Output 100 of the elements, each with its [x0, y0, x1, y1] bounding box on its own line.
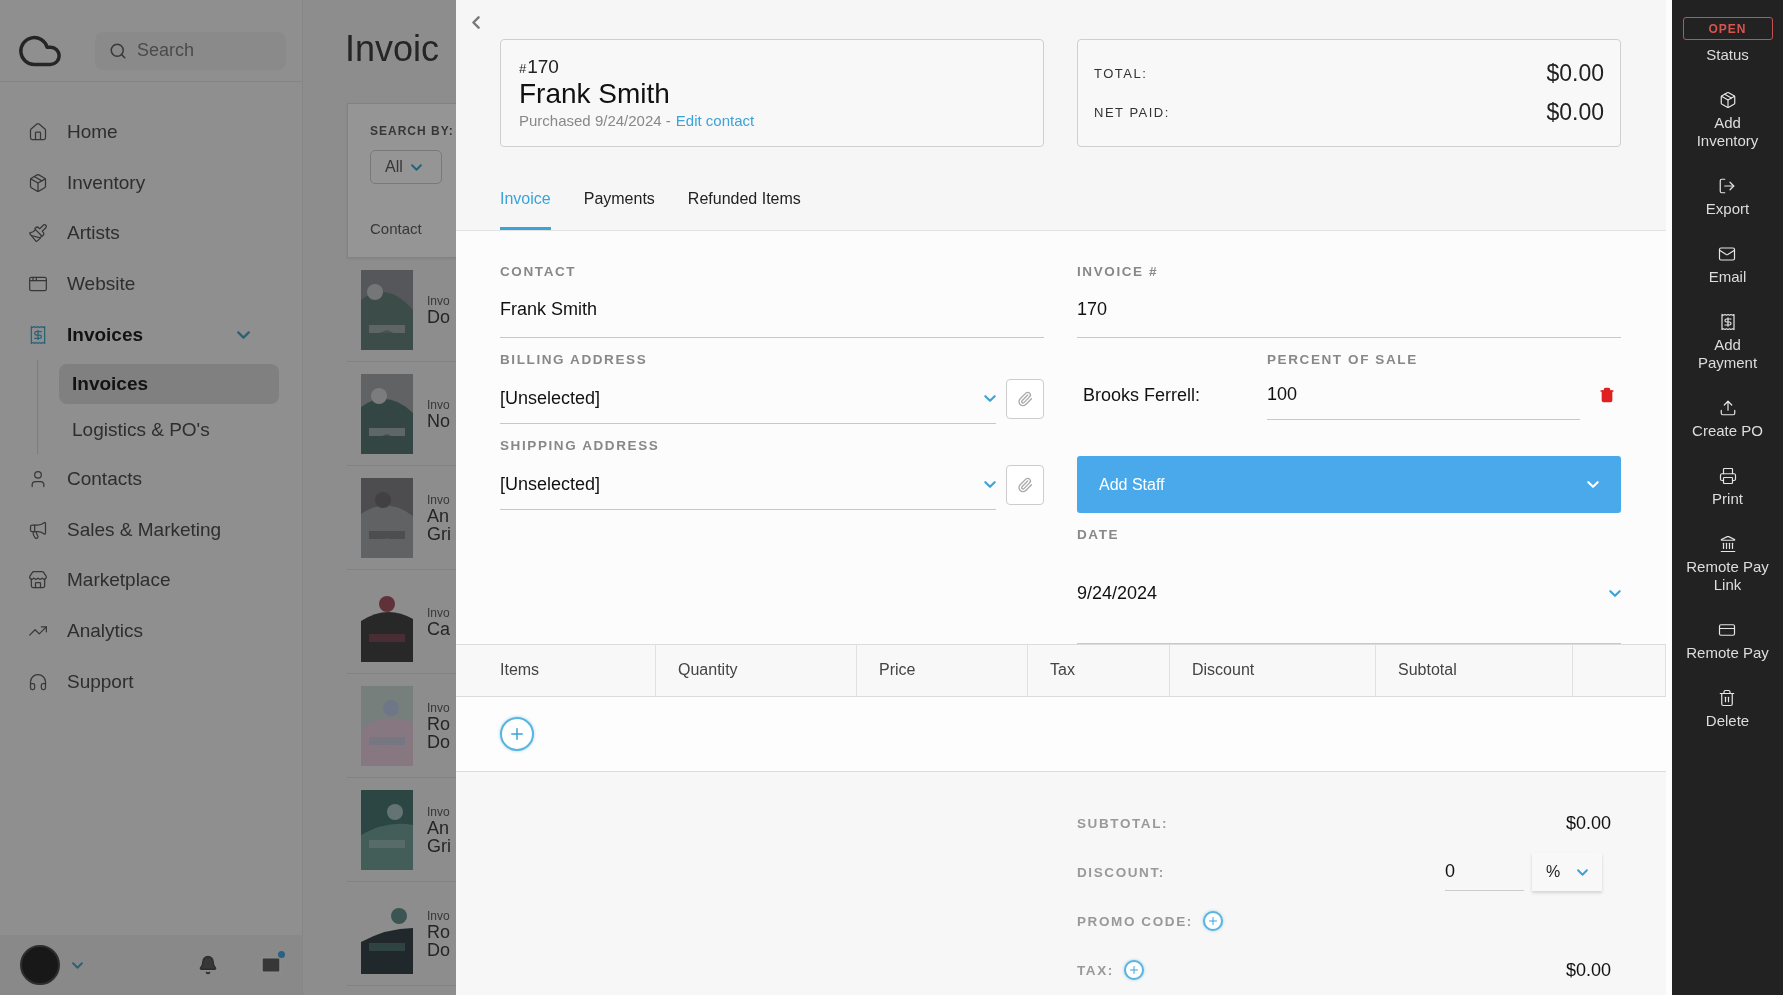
summary-label: DISCOUNT: — [1077, 865, 1165, 880]
filter-label: SEARCH BY: — [370, 124, 455, 138]
home-icon — [28, 122, 48, 143]
attach-button[interactable] — [1006, 379, 1044, 419]
staff-name: Brooks Ferrell: — [1082, 384, 1202, 406]
total-value: $0.00 — [1546, 60, 1604, 87]
column-header: Items — [456, 644, 656, 696]
receipt-icon — [28, 324, 48, 345]
box-icon — [28, 172, 48, 193]
summary-label: SUBTOTAL: — [1077, 816, 1169, 831]
nav-subitem[interactable]: Invoices — [59, 363, 279, 404]
discount-field[interactable]: 0 — [1445, 853, 1524, 892]
contact-field[interactable]: Frank Smith — [500, 282, 1044, 338]
date-select[interactable]: 9/24/2024 — [1077, 545, 1621, 644]
nav-item[interactable]: Contacts — [0, 453, 142, 505]
tab[interactable]: Refunded Items — [687, 179, 801, 230]
purchase-date: Purchased 9/24/2024 - — [519, 112, 671, 129]
bell-icon[interactable] — [198, 955, 218, 975]
field-label: SHIPPING ADDRESS — [500, 438, 661, 455]
status-badge[interactable]: OPEN — [1682, 17, 1773, 40]
nav-item[interactable]: Artists — [0, 208, 120, 259]
add-button[interactable] — [1123, 960, 1144, 981]
nav-item[interactable]: Analytics — [0, 605, 144, 657]
plus-icon — [1127, 964, 1140, 977]
add-button[interactable] — [1202, 911, 1223, 932]
page-title: Invoic — [345, 27, 441, 71]
row-title: Gri — [427, 836, 451, 855]
total-label: NET PAID: — [1094, 105, 1170, 120]
headset-icon — [28, 671, 48, 692]
row-label: Invo — [427, 293, 450, 308]
upload-icon — [1718, 399, 1737, 417]
percent-field[interactable]: 100 — [1267, 370, 1580, 420]
chevron-icon — [1609, 590, 1621, 598]
filter-select[interactable]: All — [370, 150, 442, 184]
action-button[interactable]: Print — [1712, 467, 1743, 508]
nav-item[interactable]: Marketplace — [0, 555, 171, 606]
field-label: BILLING ADDRESS — [500, 352, 649, 369]
chevron-icon — [984, 395, 996, 402]
row-label: Invo — [427, 908, 450, 923]
row-title: Ro — [427, 922, 450, 941]
row-title: Do — [427, 732, 450, 751]
nav-item[interactable]: Home — [0, 107, 118, 158]
chevron-icon — [72, 961, 83, 969]
megaphone-icon — [28, 519, 48, 540]
column-header: Contact — [370, 220, 423, 237]
total-value: $0.00 — [1546, 99, 1604, 126]
attach-button[interactable] — [1006, 465, 1044, 505]
action-button[interactable]: Add Inventory — [1683, 91, 1772, 150]
action-button[interactable]: Export — [1705, 177, 1750, 218]
plus-icon — [508, 725, 526, 743]
action-button[interactable]: Remote Pay Link — [1683, 535, 1772, 594]
nav-item[interactable]: Sales & Marketing — [0, 504, 222, 556]
chevron-icon — [984, 481, 996, 488]
row-label: Invo — [427, 605, 450, 620]
nav-item[interactable]: Website — [0, 258, 136, 310]
expand-toggle[interactable] — [237, 330, 250, 339]
account-menu-button[interactable] — [72, 961, 83, 969]
nav-item[interactable]: Invoices — [0, 309, 144, 360]
customer-name: Frank Smith — [519, 78, 671, 110]
summary-value: $0.00 — [1565, 813, 1611, 834]
chevron-icon — [1577, 869, 1588, 876]
tab[interactable]: Payments — [583, 179, 655, 230]
nav-subitem[interactable]: Logistics & PO's — [59, 409, 279, 450]
unit-select[interactable]: % — [1532, 853, 1602, 892]
add-item-button[interactable] — [500, 717, 534, 751]
action-button[interactable]: Delete — [1705, 689, 1750, 730]
paperclip-icon — [1017, 477, 1033, 493]
column-header: Discount — [1170, 644, 1376, 696]
summary-label: TAX: — [1077, 963, 1114, 978]
shipping-address-select[interactable]: [Unselected] — [500, 460, 996, 510]
action-button[interactable]: Create PO — [1692, 399, 1763, 440]
row-title: Do — [427, 940, 450, 959]
row-label: Invo — [427, 700, 450, 715]
plus-icon — [1206, 915, 1219, 928]
action-button[interactable]: Remote Pay — [1686, 621, 1769, 662]
chevron-icon — [472, 16, 480, 29]
nav-item[interactable]: Support — [0, 656, 134, 707]
nav-item[interactable]: Inventory — [0, 157, 146, 209]
row-title: Gri — [427, 524, 451, 543]
trash-icon — [1718, 689, 1737, 707]
field-label: INVOICE # — [1077, 264, 1160, 281]
exit-icon — [1718, 177, 1737, 195]
total-label: TOTAL: — [1094, 66, 1148, 81]
invoice-number-field[interactable]: 170 — [1077, 282, 1621, 338]
paperclip-icon — [1017, 391, 1033, 407]
row-title: No — [427, 411, 450, 430]
billing-address-select[interactable]: [Unselected] — [500, 374, 996, 424]
avatar[interactable] — [20, 945, 60, 985]
modal-backdrop[interactable] — [0, 0, 456, 995]
box-icon — [1718, 91, 1737, 109]
action-button[interactable]: Email — [1708, 245, 1747, 286]
row-title: Do — [427, 307, 450, 326]
column-header: Price — [857, 644, 1028, 696]
field-label: DATE — [1077, 527, 1121, 544]
summary-label: PROMO CODE: — [1077, 914, 1193, 929]
trash-icon[interactable] — [1599, 387, 1615, 403]
receipt-icon — [1718, 313, 1737, 331]
chevron-icon — [410, 163, 422, 171]
summary-value: $0.00 — [1565, 960, 1611, 981]
action-button[interactable]: Add Payment — [1683, 313, 1772, 372]
